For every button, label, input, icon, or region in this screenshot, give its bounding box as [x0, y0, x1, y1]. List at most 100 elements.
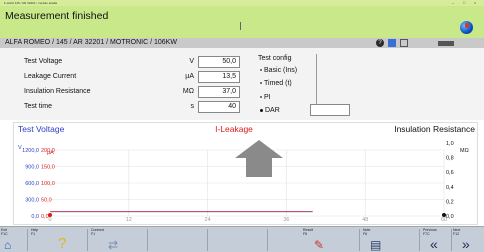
test-config-title: Test config	[258, 55, 292, 62]
grid-icon[interactable]	[400, 39, 408, 47]
fkey-number: F7C	[423, 232, 430, 236]
globe-icon[interactable]	[460, 21, 473, 34]
status-banner: Measurement finished	[0, 6, 484, 38]
document-icon: ▤	[370, 238, 382, 252]
help-icon: ?	[58, 235, 67, 252]
radio-label: Basic (Ins)	[264, 67, 298, 74]
series-start-marker	[48, 213, 52, 217]
measurement-chart: Test Voltage I-Leakage Insulation Resistan…	[13, 122, 478, 225]
measurement-unit: s	[190, 103, 195, 110]
fkey-number: F12	[453, 232, 460, 236]
radio-dot-icon	[260, 82, 262, 85]
home-arrow-icon: ⌂	[4, 238, 12, 252]
y-tick-resistance: 0,2	[446, 199, 454, 205]
measurement-row-voltage: Test Voltage V 50,0	[0, 55, 245, 69]
measurement-row-resistance: Insulation Resistance MΩ 37,0	[0, 85, 245, 99]
series-end-marker	[442, 213, 446, 217]
fkey-help[interactable]: Help F1?	[30, 227, 86, 252]
connect-icon: ⇄	[108, 238, 119, 252]
y-unit-current: µA	[47, 150, 54, 156]
chart-title-voltage: Test Voltage	[18, 124, 65, 134]
x-tick: 36	[283, 217, 289, 223]
x-tick: 12	[126, 217, 132, 223]
measurement-row-time: Test time s 40	[0, 100, 245, 114]
measurement-label: Leakage Current	[24, 73, 77, 80]
y-tick-voltage: 300,0	[25, 198, 39, 204]
x-tick: 24	[205, 217, 211, 223]
measurement-label: Test time	[24, 103, 53, 110]
fkey-separator	[207, 229, 208, 251]
x-tick: 0	[48, 217, 51, 223]
measurement-value: 37,0	[198, 86, 240, 98]
chart-title-leakage: I-Leakage	[215, 124, 253, 134]
fkey-separator	[419, 229, 420, 251]
text-cursor	[240, 22, 241, 30]
y-unit-resistance: MΩ	[460, 148, 469, 154]
x-tick: 60	[441, 217, 447, 223]
up-arrow-icon	[235, 140, 283, 177]
status-message: Measurement finished	[5, 10, 109, 22]
measurement-value: 40	[198, 101, 240, 113]
radio-label: DAR	[265, 107, 280, 114]
battery-icon	[438, 41, 454, 46]
result-icon: ✎	[314, 238, 325, 252]
chart-canvas: Test Voltage I-Leakage Insulation Resistan…	[18, 124, 475, 223]
fkey-separator	[147, 229, 148, 251]
fkey-next[interactable]: Next F12»	[452, 227, 484, 252]
vehicle-label: ALFA ROMEO / 145 / AR 32201 / MOTRONIC /…	[5, 39, 177, 46]
help-icon[interactable]: ?	[376, 39, 384, 47]
measurement-value: 50,0	[198, 56, 240, 68]
radio-label: PI	[264, 94, 271, 101]
y-tick-voltage: 900,0	[25, 165, 39, 171]
fkey-number: F1	[31, 232, 36, 236]
test-config-group: Test config Basic (Ins) Timed (t) PI DAR	[251, 54, 317, 116]
fkey-exit[interactable]: Exit F1C ⌂	[0, 227, 26, 252]
measurement-unit: µA	[185, 73, 194, 80]
y-tick-current: 100,0	[41, 181, 55, 187]
dar-value-field[interactable]	[310, 104, 350, 116]
y-tick-current: 150,0	[41, 165, 55, 171]
y-tick-voltage: 1200,0	[22, 148, 39, 154]
y-tick-resistance: 0,4	[446, 185, 454, 191]
fkey-previous[interactable]: Previous F7C «	[422, 227, 450, 252]
radio-timed[interactable]: Timed (t)	[260, 80, 292, 87]
previous-icon: «	[430, 236, 438, 252]
measurement-label: Insulation Resistance	[24, 88, 91, 95]
measurement-row-leakage: Leakage Current µA 13,5	[0, 70, 245, 84]
fkey-number: F6	[363, 232, 368, 236]
measurement-unit: MΩ	[182, 88, 194, 95]
radio-dot-icon	[260, 96, 262, 99]
fkey-number: F5	[303, 232, 308, 236]
radio-dot-icon	[260, 108, 263, 112]
function-key-bar: Exit F1C ⌂ Help F1? Connect F1 ⇄ Result F5 ✎ Note F6…	[0, 226, 484, 252]
fkey-separator	[267, 229, 268, 251]
fkey-connect[interactable]: Connect F1 ⇄	[90, 227, 146, 252]
radio-pi[interactable]: PI	[260, 94, 271, 101]
y-unit-voltage: V	[18, 145, 22, 151]
vehicle-bar: ALFA ROMEO / 145 / AR 32201 / MOTRONIC /…	[0, 38, 484, 48]
radio-basic[interactable]: Basic (Ins)	[260, 67, 297, 74]
fkey-result[interactable]: Result F5 ✎	[302, 227, 358, 252]
fkey-note[interactable]: Note F6 ▤	[362, 227, 418, 252]
next-icon: »	[462, 236, 470, 252]
fkey-separator	[27, 229, 28, 251]
y-tick-voltage: 0,0	[31, 214, 39, 220]
fkey-empty	[210, 227, 266, 252]
fkey-empty	[150, 227, 206, 252]
y-tick-current: 50,0	[41, 198, 52, 204]
fkey-number: F1	[91, 232, 96, 236]
measurement-unit: V	[189, 58, 194, 65]
y-tick-resistance: 0,8	[446, 156, 454, 162]
y-tick-voltage: 600,0	[25, 181, 39, 187]
fkey-separator	[87, 229, 88, 251]
measurement-panel: Test Voltage V 50,0 Leakage Current µA 1…	[0, 48, 484, 120]
radio-dar[interactable]: DAR	[260, 107, 280, 114]
chart-title-resistance: Insulation Resistance	[394, 124, 475, 134]
radio-label: Timed (t)	[264, 80, 292, 87]
measurement-value: 13,5	[198, 71, 240, 83]
y-tick-resistance: 0,6	[446, 170, 454, 176]
y-tick-resistance: 1,0	[446, 141, 454, 147]
save-icon[interactable]	[388, 39, 396, 47]
radio-dot-icon	[260, 69, 262, 72]
y-tick-resistance: 0,0	[446, 214, 454, 220]
